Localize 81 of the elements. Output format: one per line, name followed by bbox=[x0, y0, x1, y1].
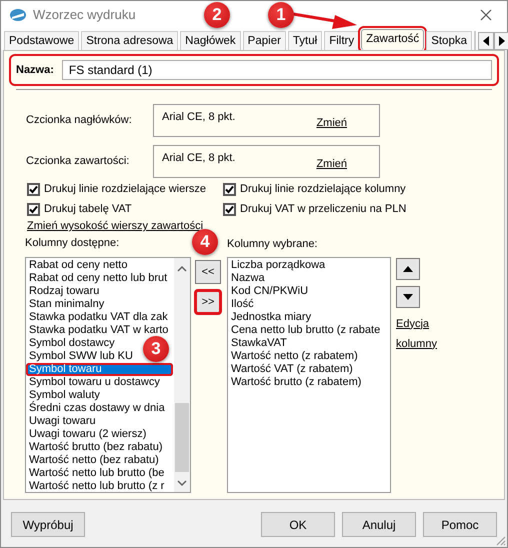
move-button[interactable]: >> bbox=[195, 290, 221, 314]
scroll-up-icon[interactable] bbox=[175, 264, 189, 274]
tab[interactable]: Zawartość bbox=[361, 29, 424, 50]
font-value: Arial CE, 8 pkt. bbox=[162, 110, 236, 125]
dialog-button[interactable]: Wypróbuj bbox=[11, 512, 85, 537]
list-label: Kolumny wybrane: bbox=[227, 238, 318, 250]
scrollbar[interactable] bbox=[174, 258, 190, 492]
list-item[interactable]: Kod CN/PKWiU bbox=[228, 284, 308, 298]
list-item[interactable]: Symbol dostawcy bbox=[26, 336, 115, 350]
list-item[interactable]: Wartość netto (z rabatem) bbox=[228, 350, 358, 362]
dialog-button[interactable]: OK bbox=[261, 512, 335, 537]
tab[interactable]: Nagłówek bbox=[180, 31, 241, 50]
font-label: Czcionka zawartości: bbox=[26, 154, 130, 169]
checkbox-label: Drukuj linie rozdzielające wiersze bbox=[44, 182, 206, 198]
list-item[interactable]: Średni czas dostawy w dnia bbox=[26, 402, 165, 414]
checkmark-icon bbox=[225, 205, 234, 214]
list-item[interactable]: Wartość brutto (bez rabatu) bbox=[26, 440, 162, 454]
app-logo-icon bbox=[9, 8, 27, 22]
scroll-down-icon[interactable] bbox=[175, 478, 189, 488]
list-item[interactable]: Uwagi towaru (2 wiersz) bbox=[26, 428, 146, 440]
move-up-button[interactable] bbox=[396, 258, 420, 280]
checkbox[interactable] bbox=[223, 203, 236, 216]
list-item[interactable]: Stawka podatku VAT w karto bbox=[26, 324, 168, 336]
scrollbar-thumb[interactable] bbox=[175, 402, 189, 472]
list-item[interactable]: Wartość netto lub brutto (be bbox=[26, 466, 164, 480]
available-list[interactable] bbox=[25, 256, 191, 492]
tab[interactable]: Stopka bbox=[426, 31, 472, 50]
move-down-button[interactable] bbox=[396, 286, 420, 308]
resize-grip-icon[interactable] bbox=[494, 534, 506, 546]
list-item[interactable]: Rabat od ceny netto lub brut bbox=[26, 272, 168, 284]
close-icon[interactable] bbox=[479, 8, 493, 22]
list-item[interactable]: Uwagi towaru bbox=[26, 414, 96, 428]
triangle-down-icon bbox=[403, 294, 413, 300]
checkmark-icon bbox=[225, 185, 234, 194]
checkmark-icon bbox=[29, 205, 38, 214]
checkbox[interactable] bbox=[27, 183, 40, 196]
tab[interactable]: Podstawowe bbox=[4, 31, 80, 50]
font-value: Arial CE, 8 pkt. bbox=[162, 151, 236, 166]
tab[interactable]: Papier bbox=[242, 31, 286, 50]
list-item[interactable]: Rabat od ceny netto bbox=[26, 258, 128, 272]
list-label: Kolumny dostępne: bbox=[25, 236, 120, 250]
list-item[interactable]: Nazwa bbox=[228, 272, 265, 284]
move-button[interactable]: << bbox=[195, 260, 221, 284]
tab[interactable]: Tytuł bbox=[288, 31, 322, 50]
checkbox-label: Drukuj VAT w przeliczeniu na PLN bbox=[240, 202, 406, 218]
list-item[interactable]: Rodzaj towaru bbox=[26, 284, 100, 298]
list-item[interactable]: Liczba porządkowa bbox=[228, 258, 326, 272]
list-item[interactable]: StawkaVAT bbox=[228, 336, 287, 350]
list-item[interactable]: Ilość bbox=[228, 298, 254, 310]
field-label: Nazwa: bbox=[16, 62, 54, 78]
checkbox[interactable] bbox=[27, 203, 40, 216]
triangle-up-icon bbox=[403, 266, 413, 272]
checkbox-label: Drukuj tabelę VAT bbox=[44, 202, 132, 218]
edit-columns-link[interactable]: Edycja kolumny bbox=[396, 314, 440, 354]
name-field[interactable]: FS standard (1) bbox=[62, 60, 492, 80]
list-item[interactable]: Jednostka miary bbox=[228, 310, 312, 324]
list-item[interactable]: Cena netto lub brutto (z rabate bbox=[228, 324, 380, 336]
list-item[interactable]: Stan minimalny bbox=[26, 298, 104, 310]
list-item[interactable]: Wartość brutto (z rabatem) bbox=[228, 376, 362, 388]
change-link[interactable]: Zmień bbox=[316, 156, 347, 177]
list-item[interactable]: Symbol SWW lub KU bbox=[26, 350, 133, 362]
checkbox-label: Drukuj linie rozdzielające kolumny bbox=[240, 182, 406, 198]
selected-columns-list[interactable]: Liczba porządkowa Nazwa Kod CN/PKWiU Ilość Jednostka miary Cena netto lub brutto (z rabate StawkaVAT Wartość netto (z rabatem) Wartość VAT (z rabatem) Wartość brutto (z rabatem) bbox=[227, 256, 391, 492]
window-title: Wzorzec wydruku bbox=[33, 6, 136, 24]
dialog-button[interactable]: Pomoc bbox=[423, 512, 497, 537]
tab[interactable]: Strona adresowa bbox=[81, 31, 178, 50]
scroll-right-icon[interactable] bbox=[494, 32, 508, 50]
list-item[interactable]: Wartość netto (bez rabatu) bbox=[26, 454, 159, 466]
tab[interactable]: Filtry bbox=[324, 31, 360, 50]
list-item[interactable]: Symbol towaru u dostawcy bbox=[26, 376, 160, 388]
checkbox[interactable] bbox=[223, 183, 236, 196]
change-link[interactable]: Zmień bbox=[316, 115, 347, 136]
list-item[interactable]: Symbol waluty bbox=[26, 388, 100, 402]
font-label: Czcionka nagłówków: bbox=[26, 113, 133, 128]
list-item[interactable]: Symbol towaru bbox=[26, 362, 173, 376]
list-item[interactable]: Wartość VAT (z rabatem) bbox=[228, 362, 353, 376]
dialog-button[interactable]: Anuluj bbox=[342, 512, 416, 537]
scroll-left-icon[interactable] bbox=[478, 32, 494, 50]
list-item[interactable]: Stawka podatku VAT dla zak bbox=[26, 310, 168, 324]
checkmark-icon bbox=[29, 185, 38, 194]
list-item[interactable]: Wartość netto lub brutto (z r bbox=[26, 480, 164, 492]
